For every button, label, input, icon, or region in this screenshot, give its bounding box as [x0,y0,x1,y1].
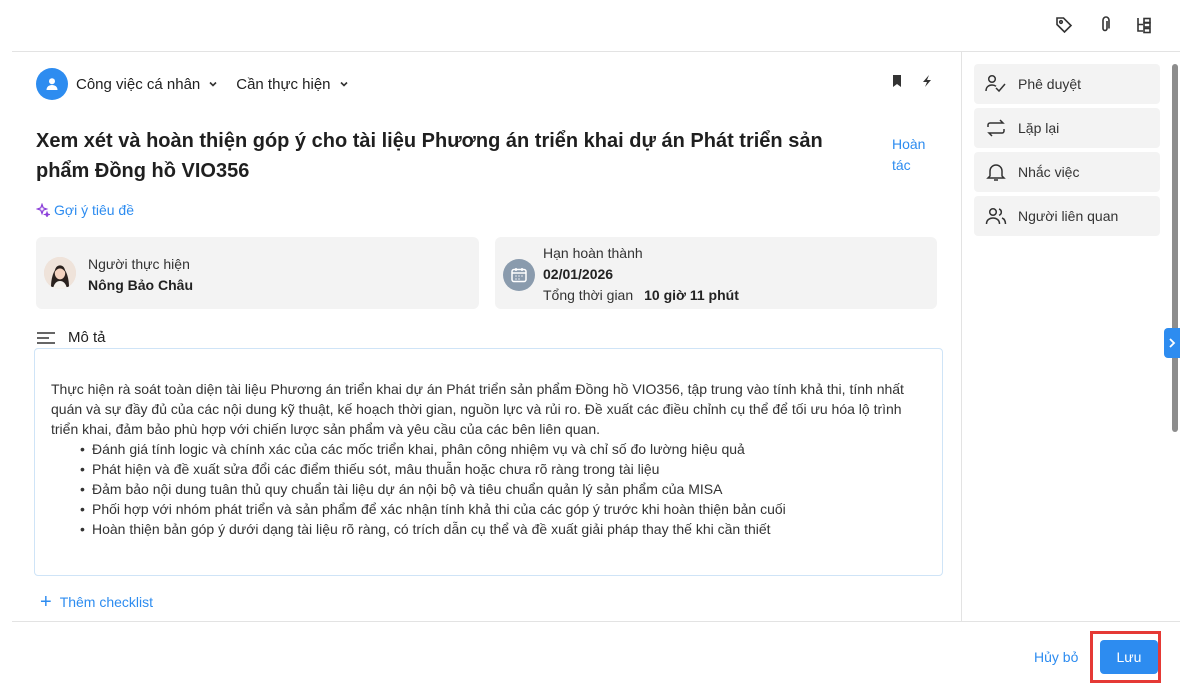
category-dropdown[interactable]: Công việc cá nhân [76,76,200,93]
total-time-label: Tổng thời gian [543,287,634,303]
deadline-label: Hạn hoàn thành [543,245,643,261]
save-highlight: Lưu [1090,631,1161,683]
add-checklist-button[interactable]: + Thêm checklist [40,591,154,613]
expand-panel-button[interactable] [1164,328,1180,358]
list-item: Đánh giá tính logic và chính xác của các… [80,439,927,459]
total-time-row: Tổng thời gian 10 giờ 11 phút [543,287,739,303]
chevron-down-icon[interactable] [208,79,218,89]
list-item: Phối hợp với nhóm phát triển và sản phẩm… [80,499,927,519]
chevron-right-icon [1169,338,1176,348]
top-toolbar [12,0,1180,52]
list-item: Phát hiện và đề xuất sửa đổi các điểm th… [80,459,927,479]
save-button[interactable]: Lưu [1100,640,1158,674]
related-people-label: Người liên quan [1018,208,1119,224]
avatar [44,257,76,289]
reminder-button[interactable]: Nhắc việc [974,152,1160,192]
description-heading-label: Mô tả [68,329,106,346]
assignee-name: Nông Bảo Châu [88,277,193,293]
align-left-icon [36,330,56,346]
approve-button[interactable]: Phê duyệt [974,64,1160,104]
description-paragraph: Thực hiện rà soát toàn diện tài liệu Phư… [51,381,904,437]
list-item: Đảm bảo nội dung tuân thủ quy chuẩn tài … [80,479,927,499]
task-header-row: Công việc cá nhân Cần thực hiện [36,68,349,100]
reminder-label: Nhắc việc [1018,164,1080,180]
user-icon [36,68,68,100]
tree-structure-icon[interactable] [1133,14,1155,36]
calendar-icon [503,259,535,291]
chevron-down-icon[interactable] [339,79,349,89]
footer-bar: Hủy bỏ Lưu [12,621,1180,689]
status-dropdown[interactable]: Cần thực hiện [236,76,330,93]
assignee-label: Người thực hiện [88,256,190,272]
task-main-panel: Công việc cá nhân Cần thực hiện Xem xét … [12,52,962,622]
header-actions [891,74,933,93]
list-item: Hoàn thiện bản góp ý dưới dạng tài liệu … [80,519,927,539]
approve-label: Phê duyệt [1018,76,1082,92]
assignee-card[interactable]: Người thực hiện Nông Bảo Châu [36,237,479,309]
approve-icon [984,72,1008,96]
add-checklist-label: Thêm checklist [59,594,154,610]
tag-icon[interactable] [1053,14,1075,36]
paperclip-icon[interactable] [1094,14,1116,36]
task-title[interactable]: Xem xét và hoàn thiện góp ý cho tài liệu… [36,126,856,186]
side-panel: Phê duyệt Lặp lại Nhắc việc Người liên q… [974,64,1160,240]
plus-icon: + [40,591,52,613]
deadline-card[interactable]: Hạn hoàn thành 02/01/2026 Tổng thời gian… [495,237,937,309]
undo-link[interactable]: Hoàn tác [892,134,942,176]
description-editor[interactable]: Thực hiện rà soát toàn diện tài liệu Phư… [34,348,943,576]
task-editor: Công việc cá nhân Cần thực hiện Xem xét … [0,0,1192,689]
people-icon [984,204,1008,228]
lightning-icon[interactable] [921,74,933,93]
suggest-title-link[interactable]: Gợi ý tiêu đề [36,202,134,218]
description-bullet-list: Đánh giá tính logic và chính xác của các… [51,439,927,539]
bookmark-icon[interactable] [891,74,903,93]
description-heading: Mô tả [36,329,106,346]
bell-icon [984,160,1008,184]
repeat-icon [984,116,1008,140]
deadline-date: 02/01/2026 [543,266,614,282]
scrollbar[interactable] [1172,64,1178,432]
repeat-button[interactable]: Lặp lại [974,108,1160,148]
related-people-button[interactable]: Người liên quan [974,196,1160,236]
sparkle-icon [36,203,50,217]
suggest-title-label: Gợi ý tiêu đề [54,202,134,218]
repeat-label: Lặp lại [1018,120,1060,136]
cancel-button[interactable]: Hủy bỏ [1034,649,1078,665]
total-time-value: 10 giờ 11 phút [644,287,739,303]
